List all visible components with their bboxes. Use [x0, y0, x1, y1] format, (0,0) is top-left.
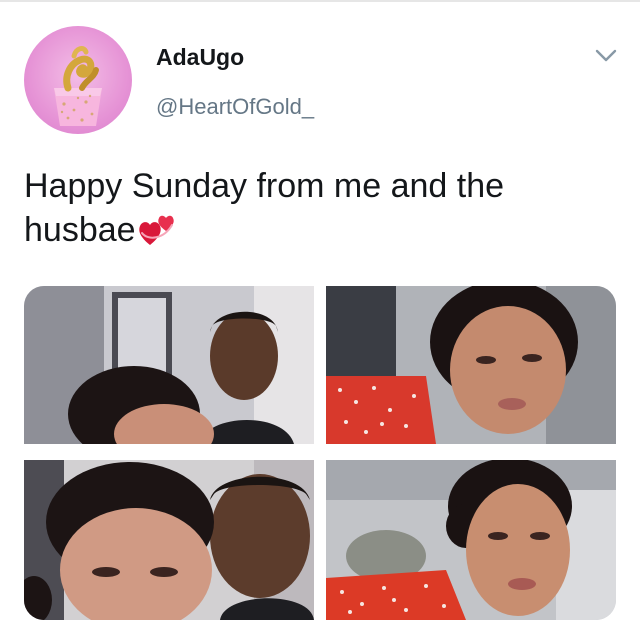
couple-closeup-photo — [24, 460, 314, 620]
photo-2[interactable] — [326, 286, 616, 444]
chevron-down-icon[interactable] — [594, 46, 618, 66]
user-handle[interactable]: @HeartOfGold_ — [156, 94, 314, 120]
photo-1[interactable] — [24, 286, 314, 444]
cake-avatar-image — [54, 46, 102, 126]
photo-3[interactable] — [24, 460, 314, 620]
woman-portrait-photo — [326, 460, 616, 620]
display-name[interactable]: AdaUgo — [156, 44, 244, 71]
top-divider — [0, 0, 640, 2]
tweet-text: Happy Sunday from me and the husbae — [24, 164, 584, 252]
media-grid — [24, 286, 616, 620]
woman-selfie-photo — [326, 286, 616, 444]
photo-4[interactable] — [326, 460, 616, 620]
tweet-text-content: Happy Sunday from me and the husbae — [24, 167, 505, 249]
avatar[interactable] — [24, 26, 132, 134]
couple-selfie-photo — [24, 286, 314, 444]
revolving-hearts-icon — [138, 215, 174, 245]
